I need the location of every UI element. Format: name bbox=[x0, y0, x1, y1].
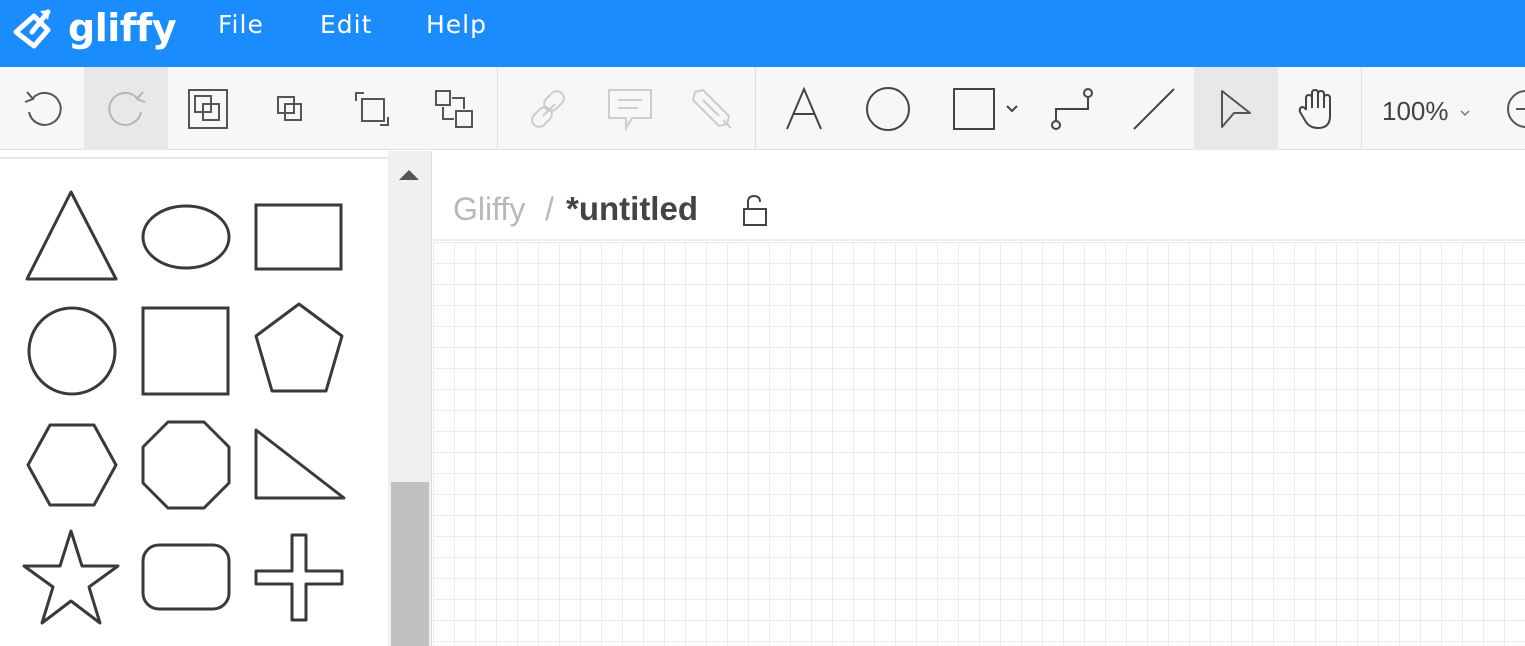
line-tool-button[interactable] bbox=[1112, 67, 1196, 150]
pan-tool-icon bbox=[1298, 88, 1331, 129]
shape-square[interactable] bbox=[138, 303, 234, 399]
zoom-value: 100% bbox=[1382, 96, 1449, 126]
shape-circle[interactable] bbox=[24, 303, 120, 399]
pointer-tool-icon bbox=[1221, 89, 1251, 128]
ellipse-tool-button[interactable] bbox=[846, 67, 930, 150]
arrange-icon bbox=[435, 89, 473, 128]
shape-star[interactable] bbox=[20, 527, 122, 627]
shape-pentagon[interactable] bbox=[250, 300, 348, 396]
document-title[interactable]: *untitled bbox=[566, 190, 698, 228]
text-tool-icon bbox=[786, 85, 822, 129]
redo-button[interactable] bbox=[84, 67, 168, 150]
undo-icon bbox=[24, 90, 62, 126]
bring-forward-icon bbox=[277, 95, 302, 121]
shape-rounded-rectangle[interactable] bbox=[138, 540, 234, 614]
bring-forward-button[interactable] bbox=[248, 67, 332, 150]
send-backward-icon bbox=[355, 91, 389, 126]
gliffy-logo-icon bbox=[13, 9, 51, 49]
comment-icon bbox=[608, 88, 652, 132]
shape-right-triangle[interactable] bbox=[250, 424, 350, 504]
document-title-bar: Gliffy / *untitled bbox=[433, 151, 1525, 241]
comment-button[interactable] bbox=[588, 67, 672, 150]
group-icon bbox=[188, 88, 228, 129]
breadcrumb-root[interactable]: Gliffy bbox=[453, 191, 525, 228]
logo-text: gliffy bbox=[68, 6, 177, 50]
group-button[interactable] bbox=[166, 67, 250, 150]
toolbar-separator bbox=[1361, 67, 1362, 150]
drawing-canvas[interactable] bbox=[433, 242, 1525, 646]
toolbar: 100% bbox=[0, 67, 1525, 150]
zoom-select[interactable]: 100% bbox=[1382, 96, 1472, 127]
menu-help[interactable]: Help bbox=[426, 10, 487, 39]
shape-cross[interactable] bbox=[250, 530, 348, 626]
ellipse-tool-icon bbox=[866, 86, 910, 131]
shape-octagon[interactable] bbox=[138, 417, 234, 513]
rectangle-tool-icon bbox=[953, 87, 995, 130]
line-tool-icon bbox=[1133, 87, 1175, 130]
chevron-down-icon[interactable] bbox=[1004, 103, 1020, 115]
connector-tool-button[interactable] bbox=[1030, 67, 1114, 150]
arrange-button[interactable] bbox=[412, 67, 496, 150]
text-tool-button[interactable] bbox=[762, 67, 846, 150]
unlock-icon[interactable] bbox=[741, 193, 769, 227]
redo-icon bbox=[108, 90, 146, 126]
menu-edit[interactable]: Edit bbox=[320, 10, 372, 39]
toolbar-separator bbox=[755, 67, 756, 150]
toolbar-separator bbox=[497, 67, 498, 150]
connector-tool-icon bbox=[1051, 87, 1093, 130]
zoom-out-icon[interactable] bbox=[1504, 87, 1525, 131]
scroll-up-icon[interactable] bbox=[398, 168, 420, 182]
shape-ellipse[interactable] bbox=[138, 200, 234, 274]
gliffy-logo[interactable]: gliffy bbox=[12, 2, 177, 58]
link-icon bbox=[531, 89, 565, 128]
eyedropper-button[interactable] bbox=[670, 67, 754, 150]
pan-tool-button[interactable] bbox=[1276, 67, 1360, 150]
link-button[interactable] bbox=[506, 67, 590, 150]
top-bar: gliffy File Edit Help bbox=[0, 0, 1525, 67]
shape-rectangle[interactable] bbox=[250, 200, 348, 274]
eyedropper-icon bbox=[691, 88, 732, 129]
shape-triangle[interactable] bbox=[22, 188, 122, 284]
send-backward-button[interactable] bbox=[330, 67, 414, 150]
menu-file[interactable]: File bbox=[218, 10, 264, 39]
undo-button[interactable] bbox=[2, 67, 86, 150]
pointer-tool-button[interactable] bbox=[1194, 67, 1278, 150]
breadcrumb-separator: / bbox=[545, 191, 554, 227]
scrollbar-thumb[interactable] bbox=[391, 482, 429, 646]
chevron-down-icon bbox=[1460, 110, 1470, 117]
shape-hexagon[interactable] bbox=[24, 420, 120, 510]
panel-divider bbox=[0, 157, 388, 159]
rectangle-tool-button[interactable] bbox=[936, 67, 1036, 150]
shape-panel-scrollbar[interactable] bbox=[388, 151, 432, 646]
